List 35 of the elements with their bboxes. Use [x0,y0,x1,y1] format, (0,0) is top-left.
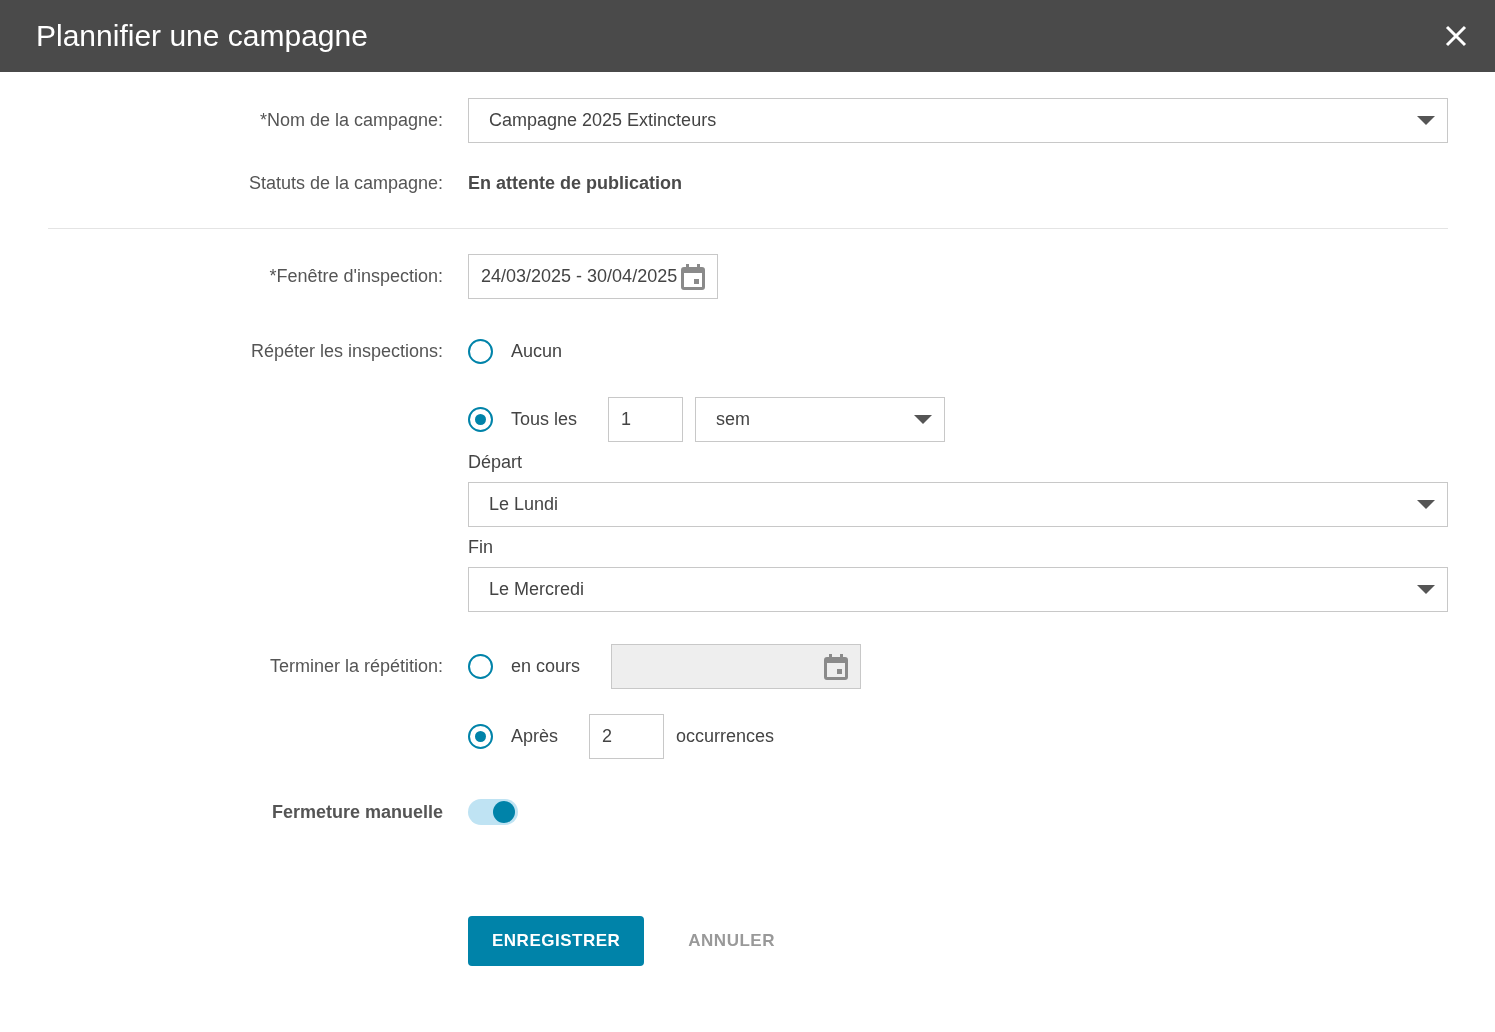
caret-icon [914,415,933,424]
radio-button[interactable] [468,724,493,749]
close-icon [1445,25,1467,47]
end-day-select[interactable]: Le Mercredi [468,567,1448,612]
radio-label: Après [511,726,559,747]
save-button[interactable]: ENREGISTRER [468,916,645,966]
radio-button[interactable] [468,339,493,364]
campaign-select[interactable]: Campagne 2025 Extincteurs [468,98,1448,143]
status-value: En attente de publication [468,173,682,194]
field-label: Répéter les inspections: [249,340,444,363]
radio-button[interactable] [468,407,493,432]
suffix-label: occurrences [676,726,775,747]
date-range-field[interactable]: 24/03/2025 - 30/04/2025 [468,254,718,299]
field-label: Statuts de la campagne: [247,173,444,194]
toggle-switch[interactable] [468,799,518,825]
interval-input[interactable]: 1 [608,397,684,442]
field-label: Fin [468,537,494,558]
field-label: Fermeture manuelle [270,801,444,823]
dialog-title: Plannifier une campagne [36,19,368,53]
radio-label: en cours [511,656,581,677]
start-day-select[interactable]: Le Lundi [468,482,1448,527]
radio-label: Aucun [511,341,563,362]
field-label: *Nom de la campagne: [258,110,444,131]
occurrences-input[interactable]: 2 [589,714,665,759]
caret-icon [1417,585,1435,594]
close-button[interactable] [1445,25,1467,47]
unit-select[interactable]: sem [695,397,946,442]
radio-label: Tous les [511,409,578,430]
field-label: Terminer la répétition: [268,655,444,678]
calendar-icon [681,263,705,290]
caret-icon [1417,500,1435,509]
calendar-icon [824,653,849,680]
caret-icon [1417,116,1435,125]
field-label: Départ [468,452,524,473]
field-label: *Fenêtre d'inspection: [268,266,444,287]
